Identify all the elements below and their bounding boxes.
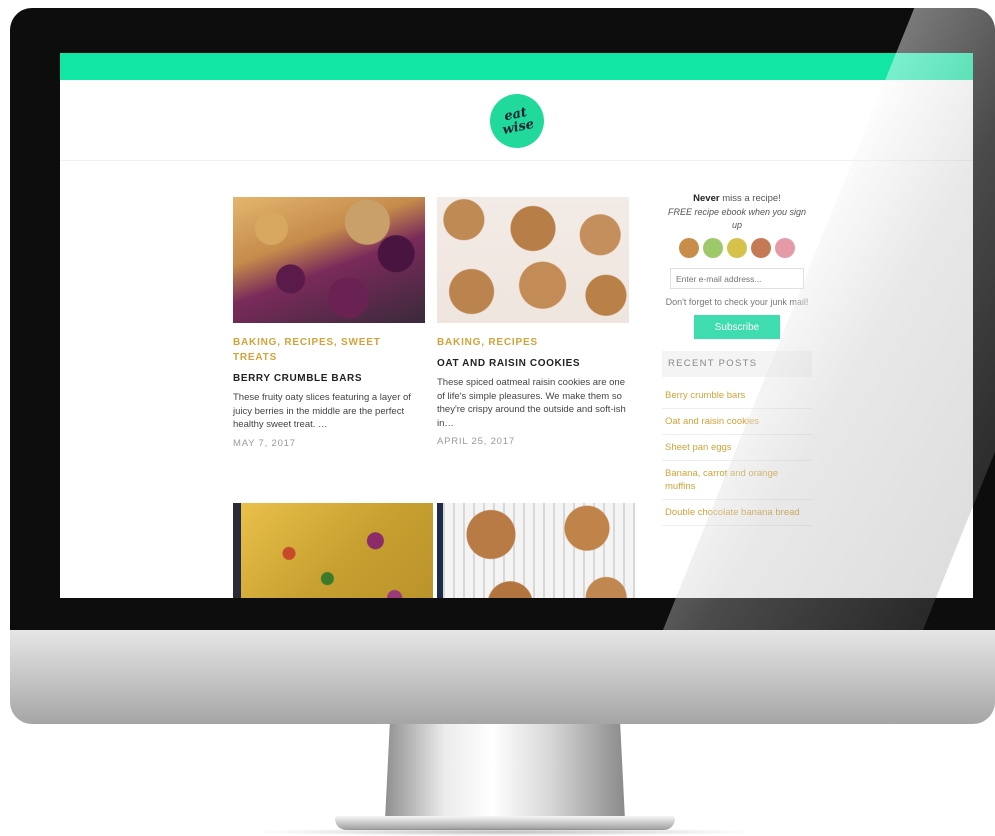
email-input[interactable] xyxy=(670,268,804,289)
newsletter-subtext: FREE recipe ebook when you sign up xyxy=(667,207,807,230)
post-card: BAKING, RECIPES OAT AND RAISIN COOKIES T… xyxy=(437,197,629,447)
recent-post-link[interactable]: Banana, carrot and orange muffins xyxy=(662,461,812,500)
ebook-thumb xyxy=(679,238,699,258)
post-date: MAY 7, 2017 xyxy=(233,437,296,449)
sidebar: Never miss a recipe! FREE recipe ebook w… xyxy=(662,193,812,526)
recent-post-link[interactable]: Double chocolate banana bread xyxy=(662,500,812,526)
recent-posts-heading: RECENT POSTS xyxy=(662,351,812,377)
recent-post-link[interactable]: Berry crumble bars xyxy=(662,383,812,409)
headline-rest: miss a recipe! xyxy=(719,193,781,204)
post-image[interactable] xyxy=(233,503,433,598)
ebook-thumb xyxy=(775,238,795,258)
post-excerpt: These fruity oaty slices featuring a lay… xyxy=(233,392,411,430)
eat-wise-logo[interactable]: eat wise xyxy=(484,88,550,154)
monitor-chin xyxy=(10,630,995,724)
recent-posts-list: Berry crumble bars Oat and raisin cookie… xyxy=(662,383,812,526)
post-image[interactable] xyxy=(233,197,425,323)
post-card: BAKING, RECIPES, SWEET TREATS BERRY CRUM… xyxy=(233,197,425,449)
headline-bold: Never xyxy=(693,193,720,204)
post-card xyxy=(233,503,433,598)
newsletter-headline: Never miss a recipe! xyxy=(662,193,812,204)
subscribe-button[interactable]: Subscribe xyxy=(694,315,780,339)
junk-mail-note: Don't forget to check your junk mail! xyxy=(665,297,809,307)
recent-post-link[interactable]: Oat and raisin cookies xyxy=(662,409,812,435)
ebook-thumb xyxy=(751,238,771,258)
post-title[interactable]: BERRY CRUMBLE BARS xyxy=(233,373,425,384)
post-categories[interactable]: BAKING, RECIPES, SWEET TREATS xyxy=(233,335,425,365)
stand-shadow xyxy=(250,828,760,836)
post-date: APRIL 25, 2017 xyxy=(437,436,515,447)
post-categories[interactable]: BAKING, RECIPES xyxy=(437,335,629,350)
post-card xyxy=(437,503,635,598)
post-image[interactable] xyxy=(437,503,635,598)
ebook-thumb xyxy=(727,238,747,258)
recent-post-link[interactable]: Sheet pan eggs xyxy=(662,435,812,461)
post-title[interactable]: OAT AND RAISIN COOKIES xyxy=(437,358,629,369)
post-image[interactable] xyxy=(437,197,629,323)
monitor-stand-neck xyxy=(385,724,625,820)
site-header: eat wise xyxy=(60,80,973,161)
website-screen: eat wise BAKING, RECIPES, SWEET TREATS B… xyxy=(60,53,973,598)
ebook-thumbnails xyxy=(662,238,812,258)
ebook-thumb xyxy=(703,238,723,258)
post-excerpt: These spiced oatmeal raisin cookies are … xyxy=(437,377,626,429)
monitor-frame: eat wise BAKING, RECIPES, SWEET TREATS B… xyxy=(10,8,995,630)
top-accent-bar xyxy=(60,53,973,80)
